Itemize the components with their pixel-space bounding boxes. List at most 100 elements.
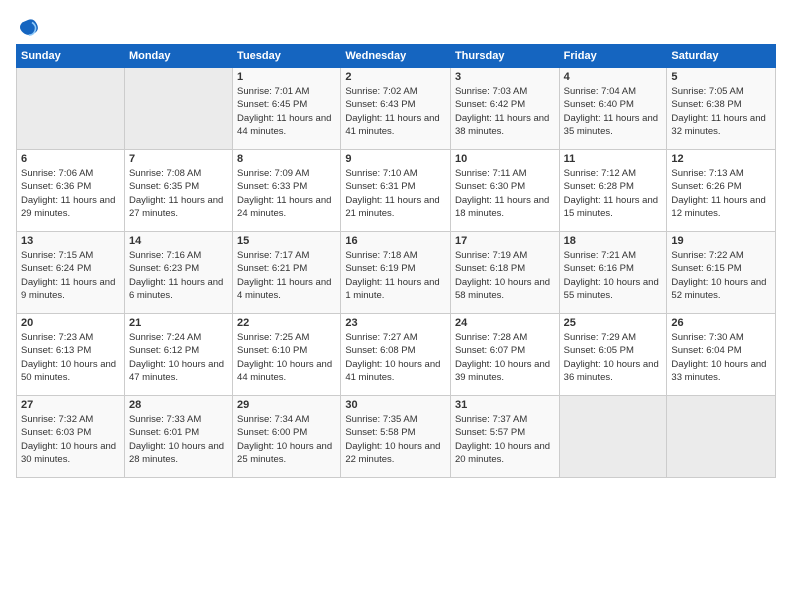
calendar-cell: 17 Sunrise: 7:19 AMSunset: 6:18 PMDayligh… [450,232,559,314]
calendar-cell: 1 Sunrise: 7:01 AMSunset: 6:45 PMDaylight… [233,68,341,150]
calendar-cell: 16 Sunrise: 7:18 AMSunset: 6:19 PMDayligh… [341,232,451,314]
day-info: Sunrise: 7:30 AMSunset: 6:04 PMDaylight:… [671,331,771,384]
day-info: Sunrise: 7:16 AMSunset: 6:23 PMDaylight:… [129,249,228,302]
logo-icon [16,16,40,40]
day-number: 2 [345,71,446,83]
day-number: 4 [564,71,663,83]
calendar-cell: 6Sunrise: 7:06 AMSunset: 6:36 PMDaylight… [17,150,125,232]
calendar-cell: 7 Sunrise: 7:08 AMSunset: 6:35 PMDaylight… [124,150,232,232]
calendar-cell [124,68,232,150]
calendar-cell: 11 Sunrise: 7:12 AMSunset: 6:28 PMDayligh… [559,150,667,232]
day-number: 26 [671,317,771,329]
calendar-week-row: 6Sunrise: 7:06 AMSunset: 6:36 PMDaylight… [17,150,776,232]
calendar-week-row: 20 Sunrise: 7:23 AMSunset: 6:13 PMDayligh… [17,314,776,396]
day-info: Sunrise: 7:01 AMSunset: 6:45 PMDaylight:… [237,85,336,138]
day-number: 13 [21,235,120,247]
day-number: 16 [345,235,446,247]
day-info: Sunrise: 7:19 AMSunset: 6:18 PMDaylight:… [455,249,555,302]
day-info: Sunrise: 7:05 AMSunset: 6:38 PMDaylight:… [671,85,771,138]
day-info: Sunrise: 7:13 AMSunset: 6:26 PMDaylight:… [671,167,771,220]
logo [16,16,42,40]
day-number: 29 [237,399,336,411]
day-info: Sunrise: 7:17 AMSunset: 6:21 PMDaylight:… [237,249,336,302]
weekday-header: Sunday [17,45,125,68]
calendar-cell: 9 Sunrise: 7:10 AMSunset: 6:31 PMDaylight… [341,150,451,232]
day-number: 23 [345,317,446,329]
calendar-cell: 23 Sunrise: 7:27 AMSunset: 6:08 PMDayligh… [341,314,451,396]
day-info: Sunrise: 7:02 AMSunset: 6:43 PMDaylight:… [345,85,446,138]
day-info: Sunrise: 7:27 AMSunset: 6:08 PMDaylight:… [345,331,446,384]
day-number: 24 [455,317,555,329]
calendar-cell [17,68,125,150]
header-row: SundayMondayTuesdayWednesdayThursdayFrid… [17,45,776,68]
calendar-cell: 21 Sunrise: 7:24 AMSunset: 6:12 PMDayligh… [124,314,232,396]
calendar-cell: 24Sunrise: 7:28 AMSunset: 6:07 PMDayligh… [450,314,559,396]
day-info: Sunrise: 7:12 AMSunset: 6:28 PMDaylight:… [564,167,663,220]
weekday-header: Thursday [450,45,559,68]
day-number: 27 [21,399,120,411]
day-number: 5 [671,71,771,83]
day-info: Sunrise: 7:25 AMSunset: 6:10 PMDaylight:… [237,331,336,384]
day-number: 21 [129,317,228,329]
day-info: Sunrise: 7:29 AMSunset: 6:05 PMDaylight:… [564,331,663,384]
calendar-cell: 20 Sunrise: 7:23 AMSunset: 6:13 PMDayligh… [17,314,125,396]
weekday-header: Tuesday [233,45,341,68]
calendar-cell: 10 Sunrise: 7:11 AMSunset: 6:30 PMDayligh… [450,150,559,232]
day-info: Sunrise: 7:06 AMSunset: 6:36 PMDaylight:… [21,167,120,220]
day-number: 22 [237,317,336,329]
day-number: 15 [237,235,336,247]
day-info: Sunrise: 7:37 AMSunset: 5:57 PMDaylight:… [455,413,555,466]
day-number: 12 [671,153,771,165]
day-info: Sunrise: 7:10 AMSunset: 6:31 PMDaylight:… [345,167,446,220]
weekday-header: Saturday [667,45,776,68]
day-number: 10 [455,153,555,165]
calendar-cell [667,396,776,478]
day-info: Sunrise: 7:11 AMSunset: 6:30 PMDaylight:… [455,167,555,220]
day-info: Sunrise: 7:24 AMSunset: 6:12 PMDaylight:… [129,331,228,384]
day-number: 14 [129,235,228,247]
day-number: 30 [345,399,446,411]
day-info: Sunrise: 7:23 AMSunset: 6:13 PMDaylight:… [21,331,120,384]
day-info: Sunrise: 7:08 AMSunset: 6:35 PMDaylight:… [129,167,228,220]
day-number: 19 [671,235,771,247]
calendar-cell: 8Sunrise: 7:09 AMSunset: 6:33 PMDaylight… [233,150,341,232]
calendar-cell: 14 Sunrise: 7:16 AMSunset: 6:23 PMDayligh… [124,232,232,314]
calendar-cell: 31 Sunrise: 7:37 AMSunset: 5:57 PMDayligh… [450,396,559,478]
day-number: 18 [564,235,663,247]
day-info: Sunrise: 7:34 AMSunset: 6:00 PMDaylight:… [237,413,336,466]
day-number: 31 [455,399,555,411]
calendar-table: SundayMondayTuesdayWednesdayThursdayFrid… [16,44,776,478]
day-number: 7 [129,153,228,165]
day-info: Sunrise: 7:33 AMSunset: 6:01 PMDaylight:… [129,413,228,466]
calendar-cell: 3 Sunrise: 7:03 AMSunset: 6:42 PMDaylight… [450,68,559,150]
calendar-cell: 26 Sunrise: 7:30 AMSunset: 6:04 PMDayligh… [667,314,776,396]
calendar-cell: 19 Sunrise: 7:22 AMSunset: 6:15 PMDayligh… [667,232,776,314]
page-container: SundayMondayTuesdayWednesdayThursdayFrid… [0,0,792,486]
day-number: 9 [345,153,446,165]
day-number: 1 [237,71,336,83]
calendar-cell [559,396,667,478]
calendar-cell: 4Sunrise: 7:04 AMSunset: 6:40 PMDaylight… [559,68,667,150]
day-number: 17 [455,235,555,247]
calendar-cell: 30 Sunrise: 7:35 AMSunset: 5:58 PMDayligh… [341,396,451,478]
day-info: Sunrise: 7:21 AMSunset: 6:16 PMDaylight:… [564,249,663,302]
day-info: Sunrise: 7:22 AMSunset: 6:15 PMDaylight:… [671,249,771,302]
calendar-week-row: 27 Sunrise: 7:32 AMSunset: 6:03 PMDayligh… [17,396,776,478]
day-number: 20 [21,317,120,329]
day-info: Sunrise: 7:32 AMSunset: 6:03 PMDaylight:… [21,413,120,466]
calendar-week-row: 13 Sunrise: 7:15 AMSunset: 6:24 PMDayligh… [17,232,776,314]
day-info: Sunrise: 7:35 AMSunset: 5:58 PMDaylight:… [345,413,446,466]
calendar-cell: 15 Sunrise: 7:17 AMSunset: 6:21 PMDayligh… [233,232,341,314]
day-number: 11 [564,153,663,165]
calendar-cell: 5 Sunrise: 7:05 AMSunset: 6:38 PMDaylight… [667,68,776,150]
day-info: Sunrise: 7:18 AMSunset: 6:19 PMDaylight:… [345,249,446,302]
day-number: 3 [455,71,555,83]
calendar-cell: 27 Sunrise: 7:32 AMSunset: 6:03 PMDayligh… [17,396,125,478]
header [16,16,776,40]
day-info: Sunrise: 7:03 AMSunset: 6:42 PMDaylight:… [455,85,555,138]
day-info: Sunrise: 7:15 AMSunset: 6:24 PMDaylight:… [21,249,120,302]
weekday-header: Wednesday [341,45,451,68]
calendar-cell: 18 Sunrise: 7:21 AMSunset: 6:16 PMDayligh… [559,232,667,314]
calendar-cell: 22 Sunrise: 7:25 AMSunset: 6:10 PMDayligh… [233,314,341,396]
weekday-header: Monday [124,45,232,68]
